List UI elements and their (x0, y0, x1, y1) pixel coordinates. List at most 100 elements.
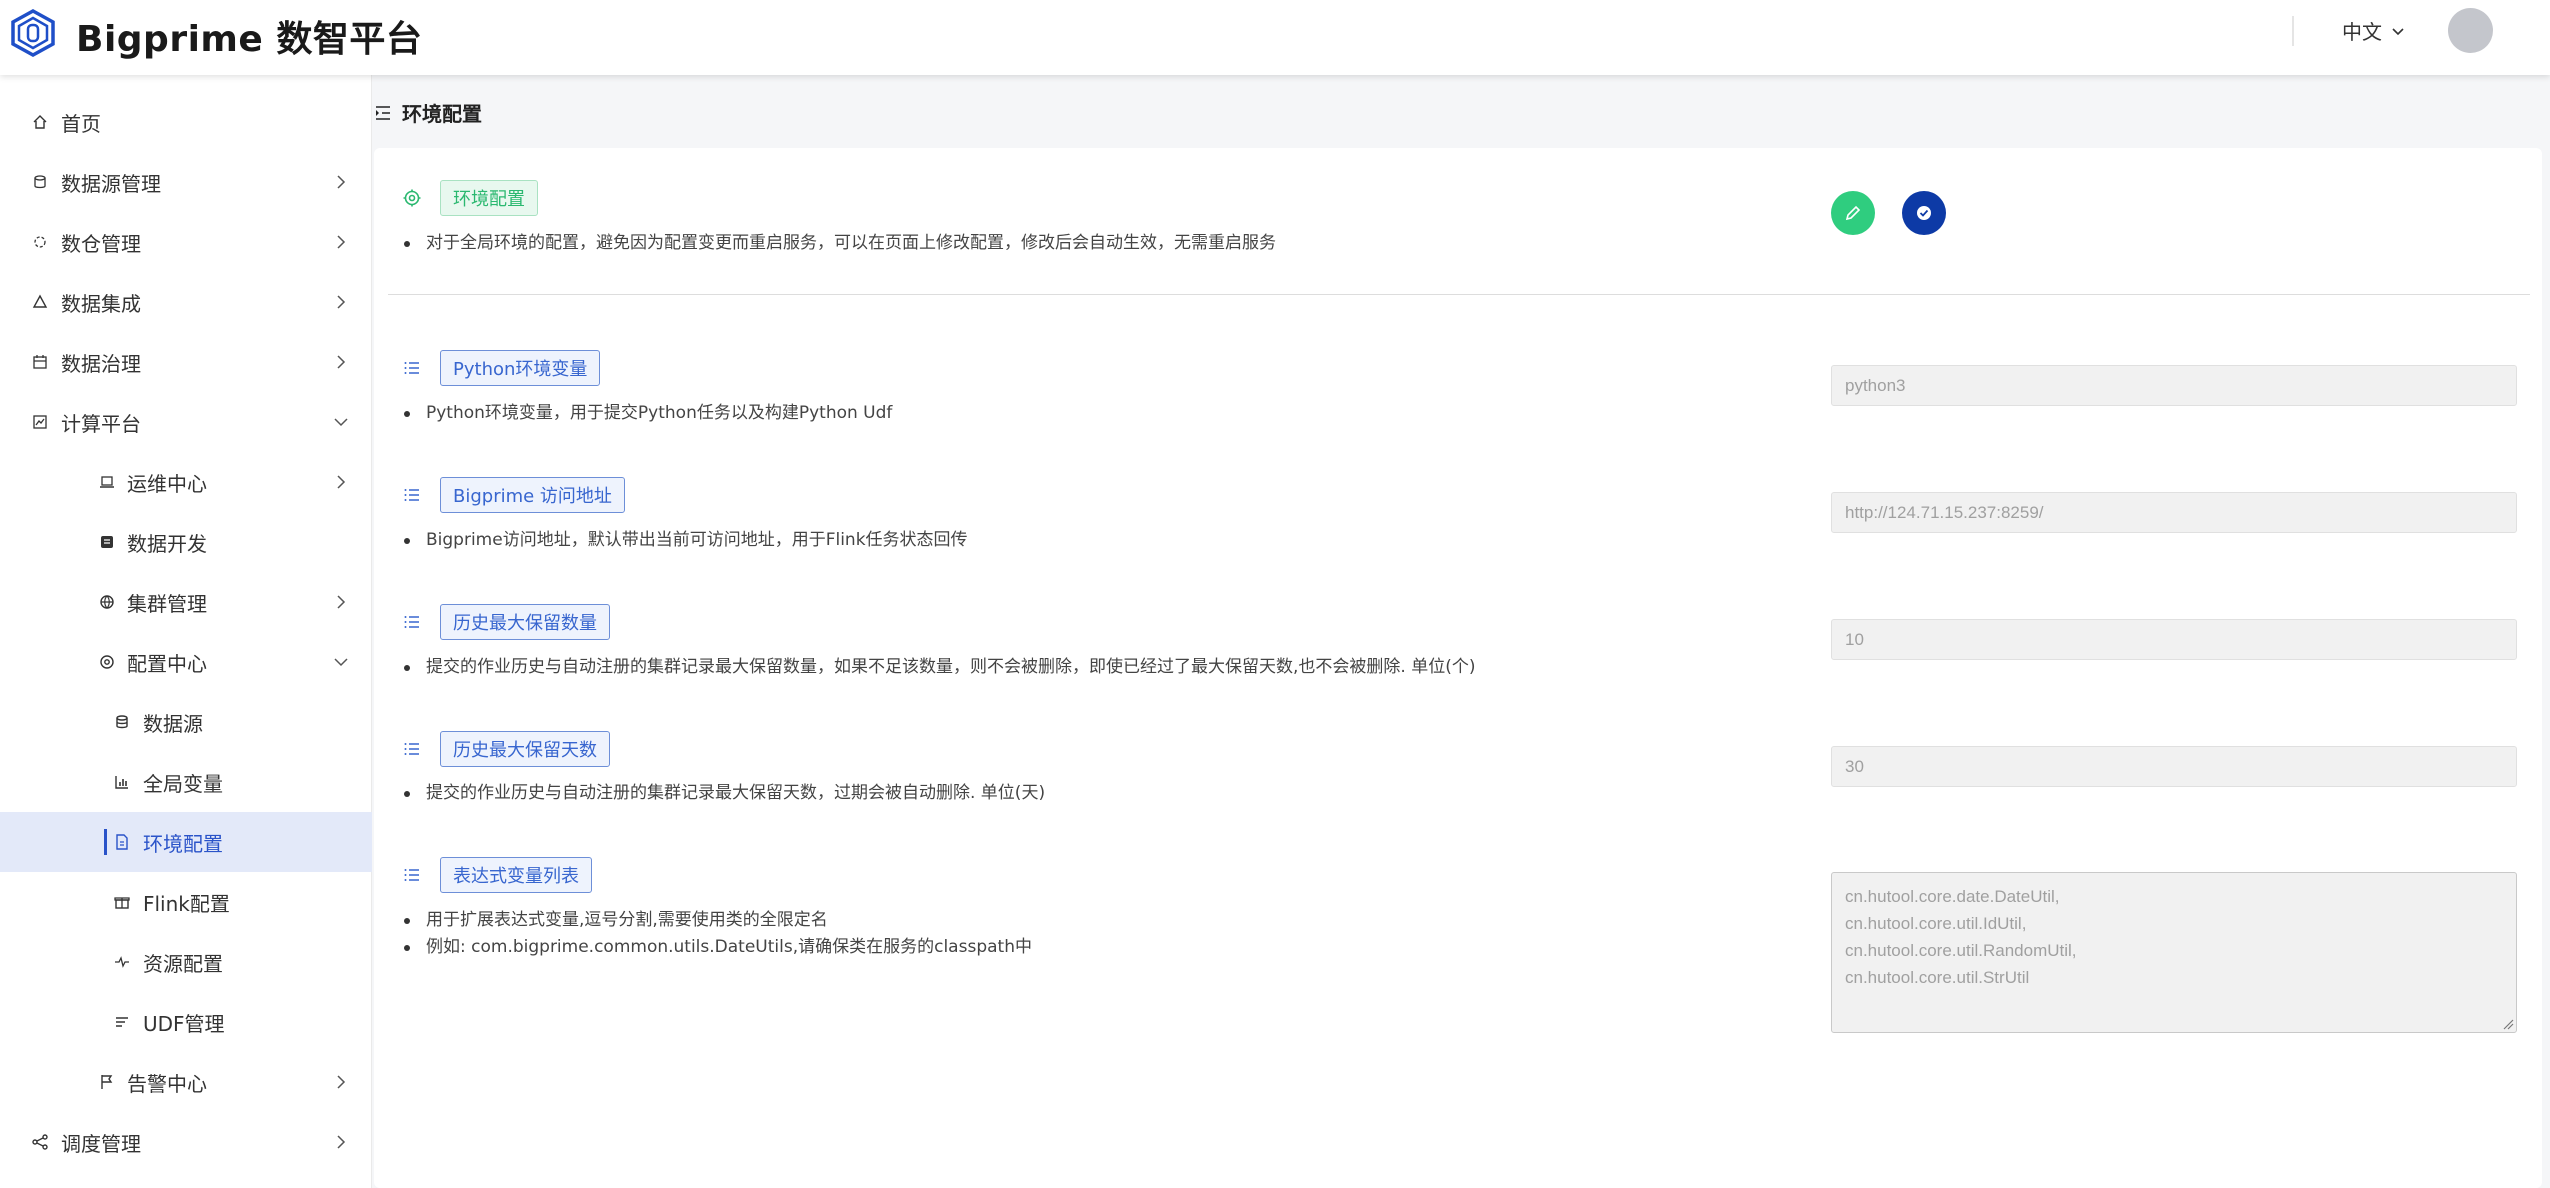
sidebar-item-global-vars[interactable]: 全局变量 (0, 752, 372, 812)
pulse-icon (113, 953, 131, 971)
globe-icon (98, 593, 116, 611)
sidebar-item-label: 告警中心 (127, 1071, 207, 1096)
sidebar-item-label: 计算平台 (61, 411, 141, 436)
description-item: 用于扩展表达式变量,逗号分割,需要使用类的全限定名 (402, 907, 1032, 934)
config-section-max-count: 历史最大保留数量 (402, 604, 610, 640)
save-button[interactable] (1902, 191, 1946, 235)
header-divider (2292, 16, 2294, 46)
section-description: Bigprime访问地址，默认带出当前可访问地址，用于Flink任务状态回传 (402, 527, 968, 554)
code-box-icon (98, 533, 116, 551)
sidebar-item-label: 数据集成 (61, 291, 141, 316)
sidebar-item-schedule-mgmt[interactable]: 调度管理 (0, 1112, 372, 1172)
brand-logo-icon[interactable] (8, 8, 58, 58)
sidebar-item-udf-mgmt[interactable]: UDF管理 (0, 992, 372, 1052)
language-selector[interactable]: 中文 (2342, 16, 2406, 45)
bar-chart-icon (113, 773, 131, 791)
sidebar-item-label: 数仓管理 (61, 231, 141, 256)
active-indicator (104, 829, 107, 855)
chevron-down-icon (334, 658, 348, 667)
sidebar: 首页 数据源管理 数仓管理 数据集成 数据治理 计算平台 运维中心 数据开发 集… (0, 75, 372, 1188)
textarea-line: cn.hutool.core.date.DateUtil, (1845, 887, 2060, 906)
top-header: Bigprime 数智平台 中文 (0, 0, 2550, 75)
sidebar-item-datasource-mgmt[interactable]: 数据源管理 (0, 152, 372, 212)
access-url-input[interactable]: http://124.71.15.237:8259/ (1831, 492, 2517, 533)
sidebar-item-label: 全局变量 (143, 771, 223, 796)
chart-box-icon (31, 413, 49, 431)
breadcrumb-current: 环境配置 (402, 102, 482, 126)
section-title-tag: 历史最大保留天数 (440, 731, 610, 767)
gear-icon (403, 189, 421, 207)
database-icon (31, 173, 49, 191)
max-count-input[interactable]: 10 (1831, 619, 2517, 660)
config-section-max-days: 历史最大保留天数 (402, 731, 610, 767)
function-icon (113, 1013, 131, 1031)
sidebar-item-ops-center[interactable]: 运维中心 (0, 452, 372, 512)
sidebar-item-label: 数据治理 (61, 351, 141, 376)
sidebar-item-label: 配置中心 (127, 651, 207, 676)
brand-title: Bigprime 数智平台 (76, 19, 423, 60)
resize-handle-icon[interactable] (2502, 1018, 2514, 1030)
edit-button[interactable] (1831, 191, 1875, 235)
list-icon (404, 616, 419, 628)
expression-vars-textarea[interactable]: cn.hutool.core.date.DateUtil, cn.hutool.… (1831, 872, 2517, 1033)
max-days-input[interactable]: 30 (1831, 746, 2517, 787)
user-avatar[interactable] (2448, 8, 2493, 53)
chevron-right-icon (337, 175, 346, 189)
description-item: 例如: com.bigprime.common.utils.DateUtils,… (402, 934, 1032, 961)
sidebar-item-config-center[interactable]: 配置中心 (0, 632, 372, 692)
chevron-right-icon (337, 235, 346, 249)
sidebar-item-label: UDF管理 (143, 1011, 225, 1036)
sidebar-item-warehouse[interactable]: 数仓管理 (0, 212, 372, 272)
sidebar-item-label: 数据开发 (127, 531, 207, 556)
recycle-icon (31, 293, 49, 311)
section-title-tag: Bigprime 访问地址 (440, 477, 625, 513)
sidebar-item-label: Flink配置 (143, 891, 230, 916)
chevron-right-icon (337, 1075, 346, 1089)
sidebar-item-cluster-mgmt[interactable]: 集群管理 (0, 572, 372, 632)
section-divider (388, 294, 2530, 295)
sidebar-item-governance[interactable]: 数据治理 (0, 332, 372, 392)
sidebar-item-integration[interactable]: 数据集成 (0, 272, 372, 332)
list-icon (404, 743, 419, 755)
textarea-line: cn.hutool.core.util.IdUtil, (1845, 914, 2027, 933)
description-item: 提交的作业历史与自动注册的集群记录最大保留天数，过期会被自动删除. 单位(天) (402, 780, 1045, 807)
pencil-icon (1845, 205, 1861, 221)
sidebar-item-datasource[interactable]: 数据源 (0, 692, 372, 752)
share-icon (31, 1133, 49, 1151)
section-description: 提交的作业历史与自动注册的集群记录最大保留天数，过期会被自动删除. 单位(天) (402, 780, 1045, 807)
sidebar-item-flink-config[interactable]: Flink配置 (0, 872, 372, 932)
list-icon (404, 869, 419, 881)
language-label: 中文 (2342, 20, 2382, 44)
textarea-line: cn.hutool.core.util.StrUtil (1845, 968, 2030, 987)
sidebar-item-compute-platform[interactable]: 计算平台 (0, 392, 372, 452)
menu-fold-icon[interactable] (374, 104, 392, 122)
chevron-down-icon (2392, 27, 2404, 35)
sidebar-item-data-dev[interactable]: 数据开发 (0, 512, 372, 572)
sidebar-item-label: 资源配置 (143, 951, 223, 976)
description-item: 提交的作业历史与自动注册的集群记录最大保留数量，如果不足该数量，则不会被删除，即… (402, 654, 1475, 681)
breadcrumb: 环境配置 (374, 98, 482, 127)
section-description: Python环境变量，用于提交Python任务以及构建Python Udf (402, 400, 892, 427)
sidebar-item-label: 调度管理 (61, 1131, 141, 1156)
python-env-input[interactable]: python3 (1831, 365, 2517, 406)
config-section-expression-vars: 表达式变量列表 (402, 857, 592, 893)
sidebar-item-resource-config[interactable]: 资源配置 (0, 932, 372, 992)
check-circle-icon (1917, 206, 1931, 220)
section-title-tag: 表达式变量列表 (440, 857, 592, 893)
chevron-down-icon (334, 418, 348, 427)
description-item: Python环境变量，用于提交Python任务以及构建Python Udf (402, 400, 892, 427)
sidebar-item-alert-center[interactable]: 告警中心 (0, 1052, 372, 1112)
home-icon (31, 113, 49, 131)
sidebar-item-label: 运维中心 (127, 471, 207, 496)
sidebar-item-label: 集群管理 (127, 591, 207, 616)
sidebar-item-env-config[interactable]: 环境配置 (0, 812, 372, 872)
section-title-tag: Python环境变量 (440, 350, 601, 386)
config-section-python: Python环境变量 (402, 350, 601, 386)
section-description: 提交的作业历史与自动注册的集群记录最大保留数量，如果不足该数量，则不会被删除，即… (402, 654, 1475, 681)
file-icon (113, 833, 131, 851)
textarea-line: cn.hutool.core.util.RandomUtil, (1845, 941, 2077, 960)
sidebar-item-label: 首页 (61, 111, 101, 136)
sidebar-item-home[interactable]: 首页 (0, 92, 372, 152)
env-config-description: 对于全局环境的配置，避免因为配置变更而重启服务，可以在页面上修改配置，修改后会自… (402, 230, 1276, 257)
description-item: 对于全局环境的配置，避免因为配置变更而重启服务，可以在页面上修改配置，修改后会自… (402, 230, 1276, 257)
